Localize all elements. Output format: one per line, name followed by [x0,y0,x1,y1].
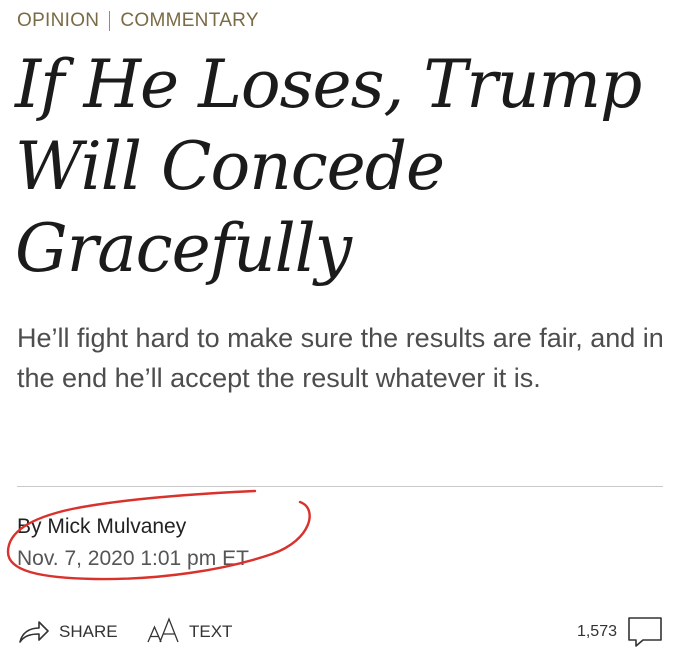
text-size-button[interactable]: TEXT [147,612,232,652]
article-dek: He’ll fight hard to make sure the result… [17,323,664,393]
section-opinion-link[interactable]: OPINION [17,10,99,32]
share-arrow-icon [19,621,49,643]
comments-button[interactable]: 1,573 [577,612,663,652]
article-toolbar: SHARE TEXT 1,573 [17,612,663,652]
share-label: SHARE [59,622,118,641]
text-label: TEXT [189,622,233,641]
author-link[interactable]: Mick Mulvaney [47,515,186,538]
section-separator [109,11,111,31]
publish-timestamp: Nov. 7, 2020 1:01 pm ET [17,547,249,570]
comment-count: 1,573 [576,623,617,640]
section-label: OPINION COMMENTARY [17,10,259,32]
byline-divider [17,486,663,487]
section-commentary-link[interactable]: COMMENTARY [120,10,258,32]
share-button[interactable]: SHARE [17,612,118,652]
speech-bubble-icon [628,617,662,647]
text-size-icon [147,615,181,650]
byline: By Mick Mulvaney [17,515,186,539]
byline-prefix: By [17,515,42,538]
article-headline: If He Loses, Trump Will Concede Graceful… [15,46,642,287]
